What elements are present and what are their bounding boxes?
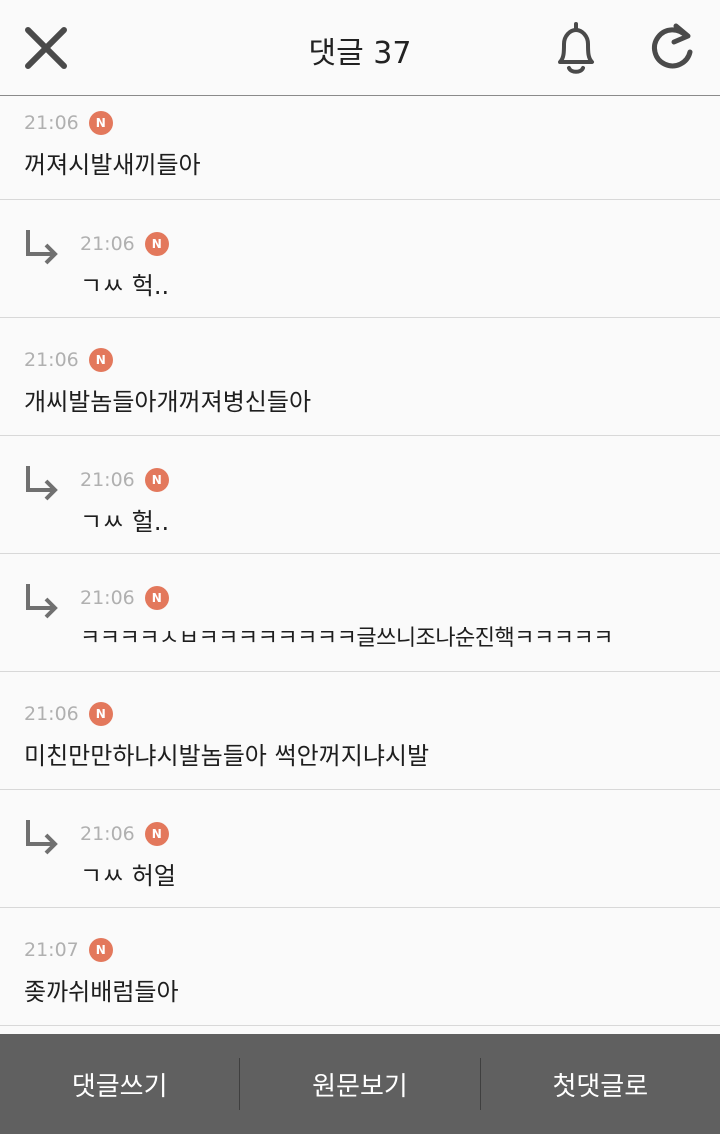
- view-original-button[interactable]: 원문보기: [240, 1034, 479, 1134]
- comment-time: 21:06: [80, 469, 135, 491]
- bottom-action-bar: 댓글쓰기 원문보기 첫댓글로: [0, 1034, 720, 1134]
- comment-list[interactable]: 21:06 N 꺼져시발새끼들아 21:06 N ㄱㅆ 헉.. 21:06 N …: [0, 97, 720, 1034]
- reply-arrow-icon: [26, 466, 58, 501]
- close-icon: [25, 27, 67, 69]
- comment-time: 21:07: [24, 939, 79, 961]
- refresh-icon: [652, 23, 693, 69]
- reply-item[interactable]: 21:06 N ㄱㅆ 허얼: [0, 790, 720, 908]
- new-badge: N: [144, 232, 169, 256]
- comment-meta: 21:06 N: [80, 232, 169, 256]
- reply-arrow-icon: [26, 584, 58, 619]
- comment-meta: 21:06 N: [24, 702, 113, 726]
- new-badge: N: [144, 822, 169, 846]
- new-badge: N: [88, 111, 113, 135]
- reply-item[interactable]: 21:06 N ㄱㅆ 헉..: [0, 200, 720, 318]
- new-badge: N: [88, 702, 113, 726]
- comment-meta: 21:07 N: [24, 938, 113, 962]
- comment-text: ㅋㅋㅋㅋㅅㅂㅋㅋㅋㅋㅋㅋㅋㅋ글쓰니조나순진핵ㅋㅋㅋㅋㅋ: [80, 626, 613, 651]
- comment-item[interactable]: 21:06 N 개씨발놈들아개꺼져병신들아: [0, 318, 720, 436]
- comment-time: 21:06: [80, 233, 135, 255]
- notification-button[interactable]: [548, 18, 604, 78]
- new-badge: N: [88, 348, 113, 372]
- comment-meta: 21:06 N: [24, 348, 113, 372]
- comment-meta: 21:06 N: [80, 468, 169, 492]
- comment-text: ㄱㅆ 헉..: [80, 272, 170, 300]
- comment-meta: 21:06 N: [24, 111, 113, 135]
- reply-item[interactable]: 21:06 N ㄱㅆ 헐..: [0, 436, 720, 554]
- comment-meta: 21:06 N: [80, 586, 169, 610]
- comment-item[interactable]: 21:06 N 꺼져시발새끼들아: [0, 97, 720, 200]
- first-comment-button[interactable]: 첫댓글로: [481, 1034, 720, 1134]
- comment-time: 21:06: [80, 823, 135, 845]
- refresh-button[interactable]: [642, 18, 702, 78]
- comment-text: 꺼져시발새끼들아: [24, 151, 201, 179]
- reply-arrow-icon: [26, 230, 58, 265]
- comment-text: 개씨발놈들아개꺼져병신들아: [24, 388, 312, 416]
- reply-item[interactable]: 21:06 N ㅋㅋㅋㅋㅅㅂㅋㅋㅋㅋㅋㅋㅋㅋ글쓰니조나순진핵ㅋㅋㅋㅋㅋ: [0, 554, 720, 672]
- new-badge: N: [88, 938, 113, 962]
- page-title: 댓글 37: [308, 36, 412, 71]
- close-button[interactable]: [18, 20, 74, 76]
- comment-text: ㄱㅆ 허얼: [80, 862, 176, 890]
- comment-item[interactable]: 21:07 N 좆까쉬배럼들아: [0, 908, 720, 1026]
- comment-meta: 21:06 N: [80, 822, 169, 846]
- top-bar: 댓글 37: [0, 0, 720, 96]
- reply-arrow-icon: [26, 820, 58, 855]
- comment-text: 미친만만하냐시발놈들아 썩안꺼지냐시발: [24, 742, 430, 770]
- new-badge: N: [144, 586, 169, 610]
- comment-time: 21:06: [80, 587, 135, 609]
- comment-text: ㄱㅆ 헐..: [80, 508, 170, 536]
- comment-time: 21:06: [24, 112, 79, 134]
- new-badge: N: [144, 468, 169, 492]
- bell-icon: [558, 22, 594, 74]
- write-comment-button[interactable]: 댓글쓰기: [0, 1034, 239, 1134]
- comment-item[interactable]: 21:06 N 미친만만하냐시발놈들아 썩안꺼지냐시발: [0, 672, 720, 790]
- comment-time: 21:06: [24, 349, 79, 371]
- comment-time: 21:06: [24, 703, 79, 725]
- comment-text: 좆까쉬배럼들아: [24, 978, 179, 1006]
